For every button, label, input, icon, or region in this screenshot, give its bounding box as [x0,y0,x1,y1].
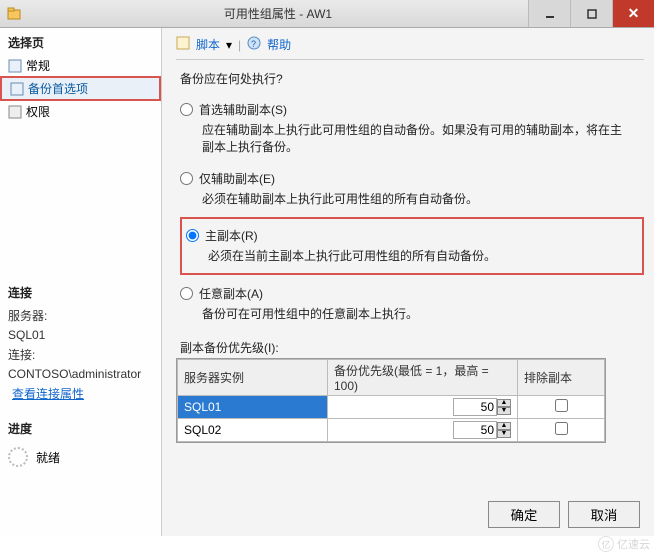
page-icon [8,105,22,119]
cell-priority[interactable]: ▲▼ [328,395,518,418]
exclude-checkbox[interactable] [555,422,568,435]
app-icon [6,6,22,22]
close-button[interactable]: ✕ [612,0,654,27]
cell-exclude[interactable] [518,395,605,418]
sidebar-item-backup-pref[interactable]: 备份首选项 [0,76,161,101]
window-buttons: ✕ [528,0,654,27]
help-button[interactable]: 帮助 [267,36,291,53]
radio-prefer-secondary[interactable]: 首选辅助副本(S) [180,97,644,122]
cell-exclude[interactable] [518,418,605,441]
watermark: 亿 亿速云 [598,536,650,552]
radio-secondary-only-desc: 必须在辅助副本上执行此可用性组的所有自动备份。 [202,191,622,208]
spin-down-icon[interactable]: ▼ [497,407,511,415]
sidebar-item-permissions[interactable]: 权限 [0,101,161,122]
radio-any[interactable]: 任意副本(A) [180,281,644,306]
window-title: 可用性组属性 - AW1 [28,5,528,22]
radio-primary[interactable]: 主副本(R) [186,223,638,248]
spinner-icon [8,447,28,467]
cell-server[interactable]: SQL01 [178,395,328,418]
spin-up-icon[interactable]: ▲ [497,399,511,407]
radio-group: 首选辅助副本(S) 应在辅助副本上执行此可用性组的自动备份。如果没有可用的辅助副… [180,97,644,333]
watermark-icon: 亿 [598,536,614,552]
server-value: SQL01 [0,326,161,344]
table-row[interactable]: SQL01 ▲▼ [178,395,605,418]
maximize-button[interactable] [570,0,612,27]
priority-input[interactable] [453,398,497,416]
radio-prefer-secondary-desc: 应在辅助副本上执行此可用性组的自动备份。如果没有可用的辅助副本，将在主副本上执行… [202,122,622,156]
cancel-button[interactable]: 取消 [568,501,640,528]
radio-primary-desc: 必须在当前主副本上执行此可用性组的所有自动备份。 [208,248,628,265]
help-icon: ? [247,36,261,53]
status-text: 就绪 [36,449,60,466]
ok-button[interactable]: 确定 [488,501,560,528]
server-label: 服务器: [0,305,161,326]
radio-any-desc: 备份可在可用性组中的任意副本上执行。 [202,306,622,323]
progress-heading: 进度 [0,418,161,441]
script-button[interactable]: 脚本 [196,36,220,53]
dropdown-icon[interactable]: ▾ [226,38,232,52]
svg-text:?: ? [251,39,256,49]
toolbar: 脚本 ▾ | ? 帮助 [176,36,644,60]
main-panel: 脚本 ▾ | ? 帮助 备份应在何处执行? 首选辅助副本(S) 应在辅助副本上执… [162,28,654,536]
status-row: 就绪 [0,445,161,469]
spin-up-icon[interactable]: ▲ [497,422,511,430]
script-icon [176,36,190,53]
radio-prefer-secondary-input[interactable] [180,103,193,116]
sidebar: 选择页 常规 备份首选项 权限 连接 服务器: SQL01 连接: CONTOS… [0,28,162,536]
conn-value: CONTOSO\administrator [0,365,161,383]
view-connection-link[interactable]: 查看连接属性 [0,383,161,404]
connection-heading: 连接 [0,282,161,305]
sidebar-heading: 选择页 [0,32,161,55]
exclude-checkbox[interactable] [555,399,568,412]
primary-highlight: 主副本(R) 必须在当前主副本上执行此可用性组的所有自动备份。 [180,217,644,275]
sidebar-item-label: 备份首选项 [28,80,88,97]
radio-secondary-only[interactable]: 仅辅助副本(E) [180,166,644,191]
sidebar-item-general[interactable]: 常规 [0,55,161,76]
page-icon [8,59,22,73]
col-server[interactable]: 服务器实例 [178,359,328,395]
col-exclude[interactable]: 排除副本 [518,359,605,395]
page-icon [10,82,24,96]
cell-priority[interactable]: ▲▼ [328,418,518,441]
radio-primary-input[interactable] [186,229,199,242]
sidebar-item-label: 权限 [26,103,50,120]
sidebar-item-label: 常规 [26,57,50,74]
table-row[interactable]: SQL02 ▲▼ [178,418,605,441]
minimize-button[interactable] [528,0,570,27]
footer: 确定 取消 [162,493,654,536]
cell-server[interactable]: SQL02 [178,418,328,441]
priority-grid[interactable]: 服务器实例 备份优先级(最低 = 1，最高 = 100) 排除副本 SQL01 … [176,358,606,443]
col-priority[interactable]: 备份优先级(最低 = 1，最高 = 100) [328,359,518,395]
titlebar: 可用性组属性 - AW1 ✕ [0,0,654,28]
backup-question: 备份应在何处执行? [180,70,644,87]
radio-secondary-only-input[interactable] [180,172,193,185]
priority-input[interactable] [453,421,497,439]
conn-label: 连接: [0,344,161,365]
radio-any-input[interactable] [180,287,193,300]
spin-down-icon[interactable]: ▼ [497,430,511,438]
grid-label: 副本备份优先级(I): [180,339,644,356]
